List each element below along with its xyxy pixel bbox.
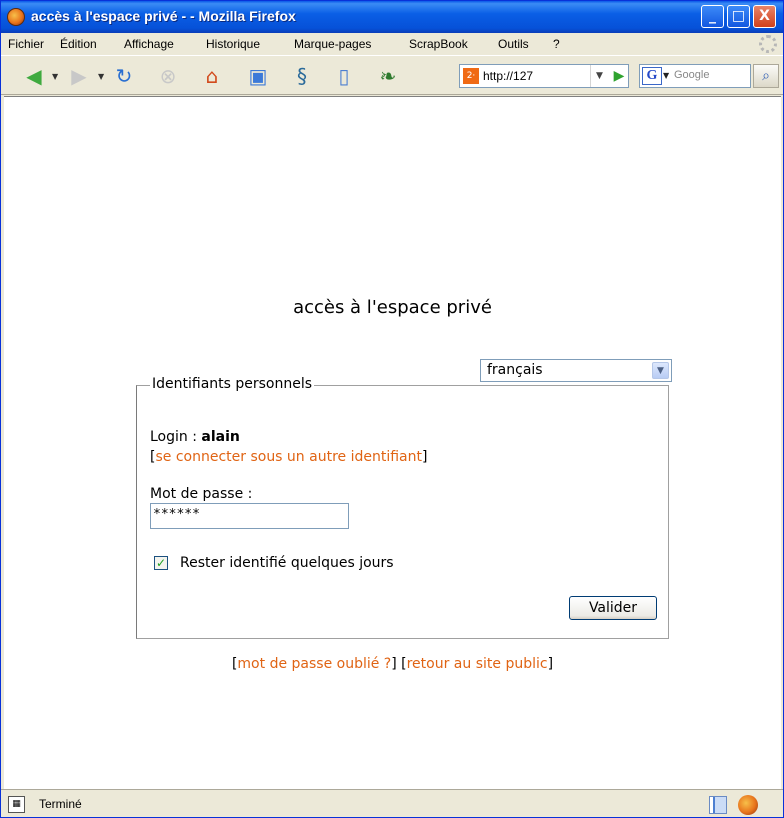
search-icon[interactable]: ⌕ xyxy=(753,64,779,88)
bracket-close: ] xyxy=(547,656,554,672)
leaf-icon[interactable]: ❧ xyxy=(375,64,401,88)
search-input[interactable]: Google xyxy=(674,69,709,81)
firefox-logo-icon xyxy=(7,8,25,26)
go-button-icon[interactable]: ▶ xyxy=(610,66,628,86)
remember-checkbox[interactable]: ✓ xyxy=(154,556,168,570)
search-bar[interactable]: G ▼ Google xyxy=(639,64,751,88)
page-layout-icon[interactable]: ▦ xyxy=(8,796,25,813)
stop-icon[interactable]: ⊗ xyxy=(155,64,181,88)
page-content: accès à l'espace privé français ▼ Identi… xyxy=(4,96,781,789)
url-bar[interactable]: 2· http://127 ▼ ▶ xyxy=(459,64,629,88)
footer-links: [mot de passe oublié ?] [retour au site … xyxy=(4,656,781,672)
forgot-password-link[interactable]: mot de passe oublié ? xyxy=(237,656,391,672)
other-id-line: [se connecter sous un autre identifiant] xyxy=(150,449,427,465)
remember-label: Rester identifié quelques jours xyxy=(180,555,394,571)
page-title: accès à l'espace privé xyxy=(293,297,492,318)
firefox-status-icon[interactable] xyxy=(738,795,758,815)
minimize-button[interactable]: _ xyxy=(701,5,724,28)
search-engine-dropdown-icon[interactable]: ▼ xyxy=(663,67,669,85)
bracket-close: ] xyxy=(421,449,428,465)
status-text: Terminé xyxy=(39,797,82,811)
password-label: Mot de passe : xyxy=(150,486,253,502)
close-button[interactable]: X xyxy=(753,5,776,28)
site-favicon-icon: 2· xyxy=(463,68,479,84)
other-identifier-link[interactable]: se connecter sous un autre identifiant xyxy=(155,449,422,465)
login-line: Login : alain xyxy=(150,429,240,445)
status-bar: ▦ Terminé xyxy=(1,789,783,817)
reload-icon[interactable]: ↻ xyxy=(111,64,137,88)
maximize-button[interactable]: □ xyxy=(727,5,750,28)
sidebar-icon[interactable]: ▯ xyxy=(331,64,357,88)
search-engine-icon[interactable]: G xyxy=(642,67,662,85)
fieldset-legend: Identifiants personnels xyxy=(150,376,315,392)
back-dropdown-icon[interactable]: ▼ xyxy=(52,72,58,81)
login-value: alain xyxy=(201,429,240,445)
bookmarks-icon[interactable]: ▣ xyxy=(245,64,271,88)
menu-help[interactable]: ? xyxy=(553,37,560,51)
login-label: Login : xyxy=(150,429,202,445)
home-icon[interactable]: ⌂ xyxy=(199,64,225,88)
scrapbook-status-icon[interactable] xyxy=(709,796,727,814)
language-select-value: français xyxy=(487,362,543,378)
language-select[interactable]: français ▼ xyxy=(480,359,672,382)
window-title: accès à l'espace privé - - Mozilla Firef… xyxy=(31,8,296,24)
menu-affichage[interactable]: Affichage xyxy=(124,37,174,51)
menu-bar: Fichier Édition Affichage Historique Mar… xyxy=(1,33,783,55)
menu-marque-pages[interactable]: Marque-pages xyxy=(294,37,371,51)
browser-window: accès à l'espace privé - - Mozilla Firef… xyxy=(0,0,784,818)
forward-arrow-icon[interactable]: ▶ xyxy=(66,64,92,88)
chevron-down-icon[interactable]: ▼ xyxy=(652,362,669,379)
forward-dropdown-icon[interactable]: ▼ xyxy=(98,72,104,81)
back-arrow-icon[interactable]: ◀ xyxy=(21,64,47,88)
url-input[interactable]: http://127 xyxy=(483,69,533,83)
public-site-link[interactable]: retour au site public xyxy=(407,656,548,672)
seahorse-icon[interactable]: § xyxy=(289,64,315,88)
bracket-separator: ] [ xyxy=(391,656,407,672)
password-field[interactable]: ****** xyxy=(150,503,349,529)
menu-historique[interactable]: Historique xyxy=(206,37,260,51)
menu-outils[interactable]: Outils xyxy=(498,37,529,51)
url-history-dropdown-icon[interactable]: ▼ xyxy=(590,65,608,87)
submit-button[interactable]: Valider xyxy=(569,596,657,620)
throbber-icon xyxy=(759,35,777,53)
navigation-toolbar: ◀ ▼ ▶ ▼ ↻ ⊗ ⌂ ▣ § ▯ ❧ 2· http://127 ▼ ▶ … xyxy=(1,55,783,95)
title-bar[interactable]: accès à l'espace privé - - Mozilla Firef… xyxy=(1,1,783,33)
menu-scrapbook[interactable]: ScrapBook xyxy=(409,37,468,51)
menu-edition[interactable]: Édition xyxy=(60,37,97,51)
menu-fichier[interactable]: Fichier xyxy=(8,37,44,51)
